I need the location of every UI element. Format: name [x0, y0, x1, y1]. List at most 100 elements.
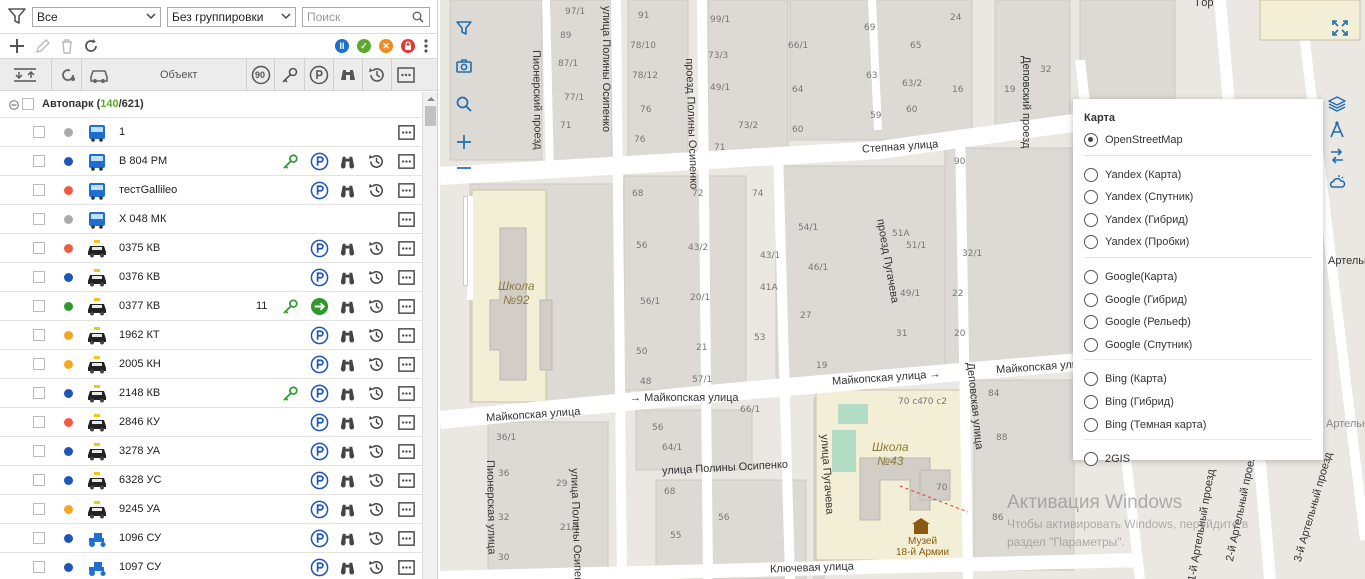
radio-button[interactable]	[1084, 292, 1098, 307]
zoom-slider[interactable]	[463, 196, 468, 286]
map-filter-button[interactable]	[451, 15, 477, 41]
map-search-button[interactable]	[451, 91, 477, 117]
binoculars-icon[interactable]	[338, 500, 357, 519]
vehicle-checkbox[interactable]	[33, 358, 45, 370]
map-view[interactable]: 97/1 89 87/1 77/1 71 91 78/10 78/12 76 76 99/1 73…	[440, 0, 1365, 579]
binoculars-icon[interactable]	[338, 239, 357, 258]
binoculars-icon[interactable]	[338, 558, 357, 577]
vehicle-row[interactable]: 1097 СУ	[0, 553, 422, 579]
radio-button[interactable]	[1084, 212, 1098, 227]
list-scrollbar[interactable]	[422, 92, 437, 579]
history-icon[interactable]	[367, 239, 386, 258]
binoculars-icon[interactable]	[338, 384, 357, 403]
fullscreen-button[interactable]	[1327, 15, 1353, 41]
row-menu-icon[interactable]	[397, 210, 416, 229]
radio-button[interactable]	[1084, 337, 1098, 352]
row-menu-icon[interactable]	[397, 239, 416, 258]
status-filter-select[interactable]: Все	[32, 7, 161, 27]
row-menu-icon[interactable]	[397, 123, 416, 142]
vehicle-row[interactable]: 2148 КВ	[0, 379, 422, 408]
cancel-status-icon[interactable]: ✕	[379, 39, 393, 53]
history-icon[interactable]	[367, 384, 386, 403]
row-menu-icon[interactable]	[397, 500, 416, 519]
scroll-thumb[interactable]	[425, 106, 436, 126]
vehicle-row[interactable]: 2005 КН	[0, 350, 422, 379]
history-icon[interactable]	[367, 355, 386, 374]
history-icon[interactable]	[367, 471, 386, 490]
vehicle-row[interactable]: 6328 УС	[0, 466, 422, 495]
history-icon[interactable]	[367, 500, 386, 519]
vehicle-checkbox[interactable]	[33, 387, 45, 399]
measure-icon[interactable]	[1327, 120, 1347, 140]
vehicle-checkbox[interactable]	[33, 300, 45, 312]
zoom-out-button[interactable]	[451, 155, 477, 181]
row-menu-icon[interactable]	[397, 442, 416, 461]
radio-button[interactable]	[1084, 395, 1098, 409]
radio-button[interactable]	[1084, 190, 1098, 205]
vehicle-checkbox[interactable]	[33, 561, 45, 573]
binoculars-icon[interactable]	[338, 326, 357, 345]
history-icon[interactable]	[367, 442, 386, 461]
history-icon[interactable]	[367, 529, 386, 548]
row-menu-icon[interactable]	[397, 268, 416, 287]
row-menu-icon[interactable]	[397, 529, 416, 548]
history-icon[interactable]	[367, 152, 386, 171]
vehicle-row[interactable]: 0376 КВ	[0, 263, 422, 292]
history-icon[interactable]	[367, 558, 386, 577]
add-icon[interactable]	[8, 37, 26, 55]
vehicle-row[interactable]: 1096 СУ	[0, 524, 422, 553]
row-menu-icon[interactable]	[397, 558, 416, 577]
vehicle-checkbox[interactable]	[33, 213, 45, 225]
binoculars-icon[interactable]	[338, 442, 357, 461]
vehicle-row[interactable]: 0377 КВ 11	[0, 292, 422, 321]
layers-icon[interactable]	[1327, 94, 1347, 114]
binoculars-icon[interactable]	[338, 152, 357, 171]
vehicle-checkbox[interactable]	[33, 416, 45, 428]
refresh-icon[interactable]	[82, 37, 100, 55]
expand-collapse-icon[interactable]	[12, 65, 38, 85]
row-menu-icon[interactable]	[397, 297, 416, 316]
row-menu-icon[interactable]	[397, 471, 416, 490]
binoculars-icon[interactable]	[338, 297, 357, 316]
row-menu-icon[interactable]	[397, 152, 416, 171]
row-menu-icon[interactable]	[397, 181, 416, 200]
vehicle-row[interactable]: В 804 РМ	[0, 147, 422, 176]
vehicle-row[interactable]: 1	[0, 118, 422, 147]
row-menu-icon[interactable]	[397, 413, 416, 432]
header-cell-parking[interactable]	[305, 59, 334, 90]
screenshot-button[interactable]	[451, 53, 477, 79]
lock-status-icon[interactable]	[401, 39, 415, 53]
vehicle-row[interactable]: 1962 КТ	[0, 321, 422, 350]
binoculars-icon[interactable]	[338, 181, 357, 200]
vehicle-checkbox[interactable]	[33, 242, 45, 254]
check-status-icon[interactable]: ✓	[357, 39, 371, 53]
vehicle-checkbox[interactable]	[33, 271, 45, 283]
history-icon[interactable]	[367, 326, 386, 345]
edit-icon[interactable]	[34, 37, 52, 55]
header-cell-menu[interactable]	[392, 59, 420, 90]
binoculars-icon[interactable]	[338, 268, 357, 287]
kebab-menu-icon[interactable]	[421, 37, 431, 55]
weather-icon[interactable]	[1327, 172, 1347, 192]
filter-icon[interactable]	[6, 5, 28, 27]
header-cell-object[interactable]: Объект	[82, 59, 247, 90]
vehicle-row[interactable]: 0375 КВ	[0, 234, 422, 263]
root-checkbox[interactable]	[22, 98, 34, 110]
header-cell-watch[interactable]	[334, 59, 363, 90]
vehicle-checkbox[interactable]	[33, 155, 45, 167]
vehicle-row[interactable]: 2846 КУ	[0, 408, 422, 437]
vehicle-checkbox[interactable]	[33, 126, 45, 138]
vehicle-row[interactable]: Х 048 МК	[0, 205, 422, 234]
row-menu-icon[interactable]	[397, 326, 416, 345]
radio-button[interactable]	[1084, 235, 1098, 250]
row-menu-icon[interactable]	[397, 355, 416, 374]
grouping-select[interactable]: Без группировки	[167, 7, 296, 27]
search-input[interactable]: Поиск	[302, 7, 430, 27]
history-icon[interactable]	[367, 413, 386, 432]
vehicle-row[interactable]: тестGallileo	[0, 176, 422, 205]
radio-button[interactable]	[1084, 315, 1098, 330]
route-icon[interactable]	[1327, 146, 1347, 166]
binoculars-icon[interactable]	[338, 471, 357, 490]
vehicle-checkbox[interactable]	[33, 329, 45, 341]
radio-button[interactable]	[1084, 417, 1098, 432]
